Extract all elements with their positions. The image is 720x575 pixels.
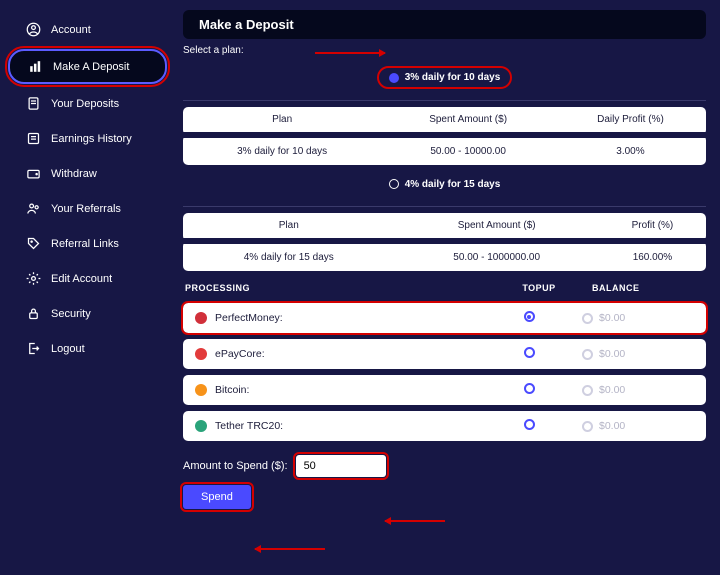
- topup-radio[interactable]: [524, 383, 535, 394]
- bitcoin-logo-icon: [195, 384, 207, 396]
- lock-icon: [26, 306, 41, 321]
- topup-radio[interactable]: [524, 419, 535, 430]
- table-row: 3% daily for 10 days 50.00 - 10000.00 3.…: [183, 135, 706, 165]
- list-icon: [26, 131, 41, 146]
- sidebar-item-referral-links[interactable]: Referral Links: [8, 228, 167, 259]
- balance-value: $0.00: [599, 384, 625, 396]
- sidebar-item-withdraw[interactable]: Withdraw: [8, 158, 167, 189]
- plan-radio-1[interactable]: 3% daily for 10 days: [379, 68, 511, 87]
- col-spent: Spent Amount ($): [395, 213, 599, 241]
- epaycore-logo-icon: [195, 348, 207, 360]
- main-content: Make a Deposit Select a plan: 3% daily f…: [175, 0, 720, 575]
- processor-perfectmoney[interactable]: PerfectMoney: $0.00: [183, 303, 706, 333]
- logout-icon: [26, 341, 41, 356]
- cell-profit: 3.00%: [555, 135, 706, 165]
- col-plan: Plan: [183, 213, 395, 241]
- amount-row: Amount to Spend ($):: [183, 455, 706, 477]
- sidebar-item-label: Account: [51, 24, 91, 36]
- page-title: Make a Deposit: [183, 10, 706, 39]
- col-spent: Spent Amount ($): [381, 107, 555, 135]
- bar-chart-icon: [28, 59, 43, 74]
- sidebar-item-your-referrals[interactable]: Your Referrals: [8, 193, 167, 224]
- processing-header: PROCESSING TOPUP BALANCE: [183, 275, 706, 297]
- col-balance: BALANCE: [584, 283, 704, 293]
- sidebar-item-account[interactable]: Account: [8, 14, 167, 45]
- tether-logo-icon: [195, 420, 207, 432]
- amount-input[interactable]: [296, 455, 386, 477]
- balance-value: $0.00: [599, 348, 625, 360]
- topup-radio[interactable]: [524, 347, 535, 358]
- sidebar-item-label: Logout: [51, 343, 85, 355]
- plan-selector-1: 3% daily for 10 days: [183, 62, 706, 94]
- processor-name: Tether TRC20:: [215, 420, 283, 432]
- divider: [183, 100, 706, 101]
- sidebar-item-label: Referral Links: [51, 238, 119, 250]
- balance-radio[interactable]: [582, 313, 593, 324]
- cell-spent: 50.00 - 1000000.00: [395, 241, 599, 271]
- plan-table-2: Plan Spent Amount ($) Profit (%) 4% dail…: [183, 213, 706, 271]
- processor-name: PerfectMoney:: [215, 312, 283, 324]
- sidebar-item-label: Earnings History: [51, 133, 132, 145]
- plan-table-1: Plan Spent Amount ($) Daily Profit (%) 3…: [183, 107, 706, 165]
- balance-radio[interactable]: [582, 349, 593, 360]
- sidebar-item-security[interactable]: Security: [8, 298, 167, 329]
- sidebar-item-label: Make A Deposit: [53, 61, 129, 73]
- sidebar-item-make-deposit[interactable]: Make A Deposit: [8, 49, 167, 84]
- sidebar-item-edit-account[interactable]: Edit Account: [8, 263, 167, 294]
- radio-dot-open-icon: [389, 179, 399, 189]
- balance-value: $0.00: [599, 312, 625, 324]
- plan-selector-2: 4% daily for 15 days: [183, 169, 706, 201]
- table-head-row: Plan Spent Amount ($) Profit (%): [183, 213, 706, 241]
- sidebar-item-label: Your Referrals: [51, 203, 121, 215]
- plan-radio-label: 3% daily for 10 days: [405, 72, 501, 83]
- cell-profit: 160.00%: [599, 241, 706, 271]
- select-plan-label: Select a plan:: [183, 45, 706, 56]
- balance-radio[interactable]: [582, 385, 593, 396]
- col-topup: TOPUP: [494, 283, 584, 293]
- sidebar-item-earnings-history[interactable]: Earnings History: [8, 123, 167, 154]
- topup-radio[interactable]: [524, 311, 535, 322]
- processor-epaycore[interactable]: ePayCore: $0.00: [183, 339, 706, 369]
- processor-name: ePayCore:: [215, 348, 265, 360]
- table-row: 4% daily for 15 days 50.00 - 1000000.00 …: [183, 241, 706, 271]
- sidebar-item-logout[interactable]: Logout: [8, 333, 167, 364]
- balance-radio[interactable]: [582, 421, 593, 432]
- document-icon: [26, 96, 41, 111]
- col-processing: PROCESSING: [185, 283, 494, 293]
- users-icon: [26, 201, 41, 216]
- divider: [183, 206, 706, 207]
- sidebar-item-label: Withdraw: [51, 168, 97, 180]
- tag-icon: [26, 236, 41, 251]
- processor-tether[interactable]: Tether TRC20: $0.00: [183, 411, 706, 441]
- cell-spent: 50.00 - 10000.00: [381, 135, 555, 165]
- user-circle-icon: [26, 22, 41, 37]
- table-head-row: Plan Spent Amount ($) Daily Profit (%): [183, 107, 706, 135]
- col-profit: Daily Profit (%): [555, 107, 706, 135]
- plan-radio-label: 4% daily for 15 days: [405, 179, 501, 190]
- col-profit: Profit (%): [599, 213, 706, 241]
- annotation-arrow: [255, 548, 325, 550]
- cell-plan: 3% daily for 10 days: [183, 135, 381, 165]
- wallet-icon: [26, 166, 41, 181]
- sidebar-item-your-deposits[interactable]: Your Deposits: [8, 88, 167, 119]
- cell-plan: 4% daily for 15 days: [183, 241, 395, 271]
- sidebar-item-label: Security: [51, 308, 91, 320]
- amount-label: Amount to Spend ($):: [183, 460, 288, 472]
- annotation-arrow: [385, 520, 445, 522]
- gear-icon: [26, 271, 41, 286]
- sidebar-item-label: Your Deposits: [51, 98, 119, 110]
- processor-name: Bitcoin:: [215, 384, 249, 396]
- spend-button[interactable]: Spend: [183, 485, 251, 509]
- perfectmoney-logo-icon: [195, 312, 207, 324]
- processor-bitcoin[interactable]: Bitcoin: $0.00: [183, 375, 706, 405]
- sidebar: Account Make A Deposit Your Deposits Ear…: [0, 0, 175, 575]
- plan-radio-2[interactable]: 4% daily for 15 days: [379, 175, 511, 194]
- sidebar-item-label: Edit Account: [51, 273, 112, 285]
- balance-value: $0.00: [599, 420, 625, 432]
- col-plan: Plan: [183, 107, 381, 135]
- radio-dot-filled-icon: [389, 73, 399, 83]
